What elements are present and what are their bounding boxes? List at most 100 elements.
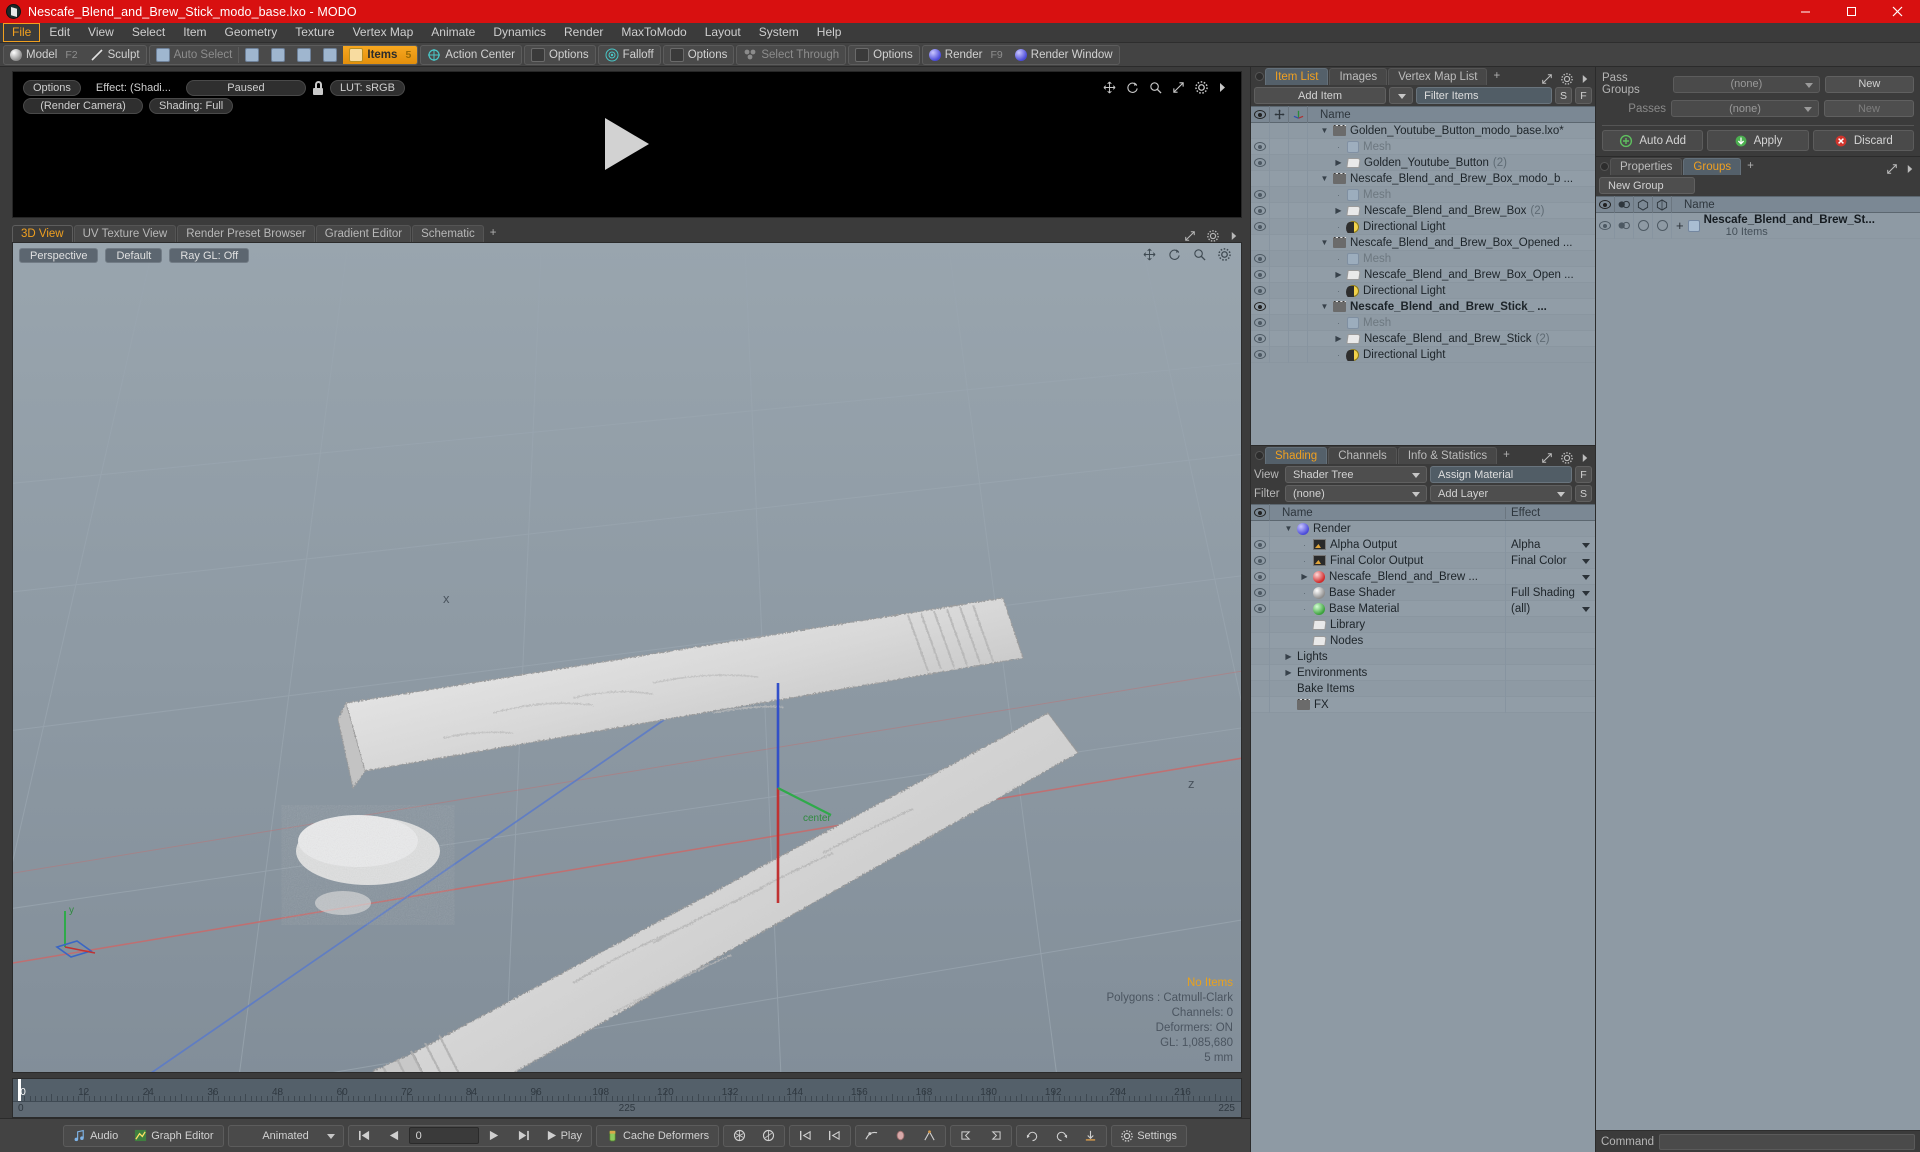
shading-row-visibility[interactable] (1251, 584, 1270, 601)
item-list-row[interactable]: · Directional Light (1251, 346, 1595, 363)
vertex-select-button[interactable] (239, 46, 265, 64)
row-visibility-toggle[interactable] (1251, 123, 1270, 139)
row-label-cell[interactable]: · Mesh (1308, 316, 1595, 329)
menu-item-geometry[interactable]: Geometry (216, 23, 287, 42)
render-effect-label[interactable]: Effect: (Shadi... (87, 80, 180, 96)
passes-select[interactable]: (none) (1671, 100, 1819, 117)
tab-vertex-map-list[interactable]: Vertex Map List (1388, 68, 1488, 85)
row-visibility-toggle[interactable] (1251, 234, 1270, 251)
pass-groups-select[interactable]: (none) (1672, 75, 1820, 93)
menu-item-help[interactable]: Help (808, 23, 851, 42)
shading-row-visibility[interactable] (1251, 696, 1270, 713)
falloff-button[interactable]: Falloff (599, 46, 660, 64)
item-list-row[interactable]: · Directional Light (1251, 218, 1595, 235)
tab-info-statistics[interactable]: Info & Statistics (1397, 447, 1498, 464)
edge-select-button[interactable] (265, 46, 291, 64)
3d-viewport[interactable]: z x center Perspective Default Ray GL: O… (12, 241, 1242, 1074)
groups-body[interactable]: + Nescafe_Blend_and_Brew_St... 10 Items (1596, 212, 1920, 1130)
item-list-row[interactable]: ▼ Nescafe_Blend_and_Brew_Box_Opened ... (1251, 234, 1595, 251)
row-expand-caret[interactable]: ▶ (1334, 158, 1343, 167)
bake-button[interactable] (1077, 1127, 1104, 1145)
shading-row-label-cell[interactable]: FX (1270, 698, 1505, 711)
row-axis-toggle[interactable] (1289, 330, 1308, 347)
row-label-cell[interactable]: ▶ Nescafe_Blend_and_Brew_Stick (2) (1308, 333, 1595, 345)
falloff-options-button[interactable]: Options (664, 46, 734, 64)
tab-channels[interactable]: Channels (1328, 447, 1397, 464)
shading-filter-select[interactable]: (none) (1285, 485, 1427, 502)
shading-row-effect[interactable]: Alpha (1505, 536, 1595, 553)
select-through-options-button[interactable]: Options (849, 46, 919, 64)
row-lock-toggle[interactable] (1270, 170, 1289, 187)
row-expand-caret[interactable]: ▶ (1334, 206, 1343, 215)
row-visibility-toggle[interactable] (1251, 298, 1270, 315)
row-expand-caret[interactable]: · (1334, 190, 1343, 200)
viewport-preset-button[interactable]: Default (105, 247, 163, 263)
row-expand-caret[interactable]: · (1334, 142, 1343, 152)
viewport-gear-icon[interactable] (1207, 230, 1219, 242)
row-expand-caret[interactable]: · (1334, 254, 1343, 264)
group-row-wireframe-toggle[interactable] (1634, 212, 1653, 239)
prev-key-button[interactable] (792, 1127, 819, 1145)
row-expand-caret[interactable]: · (1334, 350, 1343, 360)
menu-item-vertex-map[interactable]: Vertex Map (344, 23, 423, 42)
pan-icon[interactable] (1103, 81, 1116, 94)
row-visibility-toggle[interactable] (1251, 346, 1270, 363)
shading-row-effect[interactable]: Final Color (1505, 552, 1595, 569)
shading-row-label-cell[interactable]: ▶ Lights (1270, 651, 1505, 663)
row-lock-toggle[interactable] (1270, 346, 1289, 363)
shading-row-visibility[interactable] (1251, 552, 1270, 569)
shading-row-label-cell[interactable]: Bake Items (1270, 683, 1505, 695)
settings-button[interactable]: Settings (1114, 1127, 1184, 1145)
viewport-projection-button[interactable]: Perspective (19, 247, 99, 263)
viewport-zoom-icon[interactable] (1193, 248, 1206, 261)
add-item-button[interactable]: Add Item (1254, 87, 1387, 104)
loop-reverse-button[interactable] (1048, 1127, 1075, 1145)
groups-maximize-icon[interactable] (1886, 163, 1898, 175)
loop-button[interactable] (1019, 1127, 1046, 1145)
auto-key-button[interactable] (726, 1127, 753, 1145)
row-lock-toggle[interactable] (1270, 138, 1289, 155)
menu-item-dynamics[interactable]: Dynamics (484, 23, 555, 42)
add-item-dropdown[interactable] (1389, 87, 1414, 104)
graph-editor-button[interactable]: Graph Editor (127, 1127, 220, 1145)
row-expand-caret[interactable]: ▼ (1320, 238, 1329, 247)
filter-items-input[interactable]: Filter Items (1416, 87, 1552, 104)
tab-render-preset-browser[interactable]: Render Preset Browser (177, 224, 315, 242)
menu-item-layout[interactable]: Layout (696, 23, 750, 42)
row-axis-toggle[interactable] (1289, 186, 1308, 203)
shading-row-visibility[interactable] (1251, 521, 1270, 537)
group-row-visibility[interactable] (1596, 212, 1615, 239)
rotate-icon[interactable] (1126, 81, 1139, 94)
item-list-gear-icon[interactable] (1561, 73, 1573, 85)
apply-button[interactable]: Apply (1707, 130, 1809, 151)
shading-row-caret[interactable]: ▶ (1284, 652, 1293, 661)
render-button[interactable]: Render F9 (923, 46, 1009, 64)
step-back-button[interactable] (380, 1127, 407, 1145)
row-expand-caret[interactable]: · (1334, 286, 1343, 296)
passes-new-button[interactable]: New (1824, 100, 1914, 117)
row-lock-toggle[interactable] (1270, 186, 1289, 203)
tab-schematic[interactable]: Schematic (412, 224, 484, 242)
item-list-body[interactable]: ▼ Golden_Youtube_Button_modo_base.lxo* · Me… (1251, 123, 1595, 445)
shading-chevron-icon[interactable] (1581, 453, 1589, 463)
auto-select-button[interactable]: Auto Select (150, 46, 239, 64)
row-visibility-toggle[interactable] (1251, 218, 1270, 235)
item-list-f-button[interactable]: F (1575, 87, 1592, 104)
row-label-cell[interactable]: ▼ Nescafe_Blend_and_Brew_Box_Opened ... (1308, 236, 1595, 249)
shading-row-visibility[interactable] (1251, 600, 1270, 617)
close-button[interactable] (1874, 0, 1920, 23)
play-render-button[interactable] (605, 118, 649, 171)
timeline-panel[interactable]: 12 24 36 48 60 72 84 96 108 120 132 144 156 168 180 192… (12, 1078, 1242, 1119)
shading-row[interactable]: ▶ Lights (1251, 648, 1595, 665)
row-label-cell[interactable]: · Mesh (1308, 188, 1595, 201)
shading-row[interactable]: ▼ Render (1251, 521, 1595, 537)
row-label-cell[interactable]: ▼ Nescafe_Blend_and_Brew_Box_modo_b ... (1308, 172, 1595, 185)
model-mode-button[interactable]: Model F2 (4, 46, 84, 64)
frame-number-input[interactable]: 0 (408, 1127, 479, 1145)
item-list-row[interactable]: ▶ Nescafe_Blend_and_Brew_Box (2) (1251, 202, 1595, 219)
item-list-row[interactable]: ▶ Golden_Youtube_Button (2) (1251, 154, 1595, 171)
add-groups-tab-button[interactable]: + (1742, 158, 1759, 175)
row-visibility-toggle[interactable] (1251, 314, 1270, 331)
item-list-maximize-icon[interactable] (1541, 73, 1553, 85)
shading-row[interactable]: Nodes (1251, 632, 1595, 649)
